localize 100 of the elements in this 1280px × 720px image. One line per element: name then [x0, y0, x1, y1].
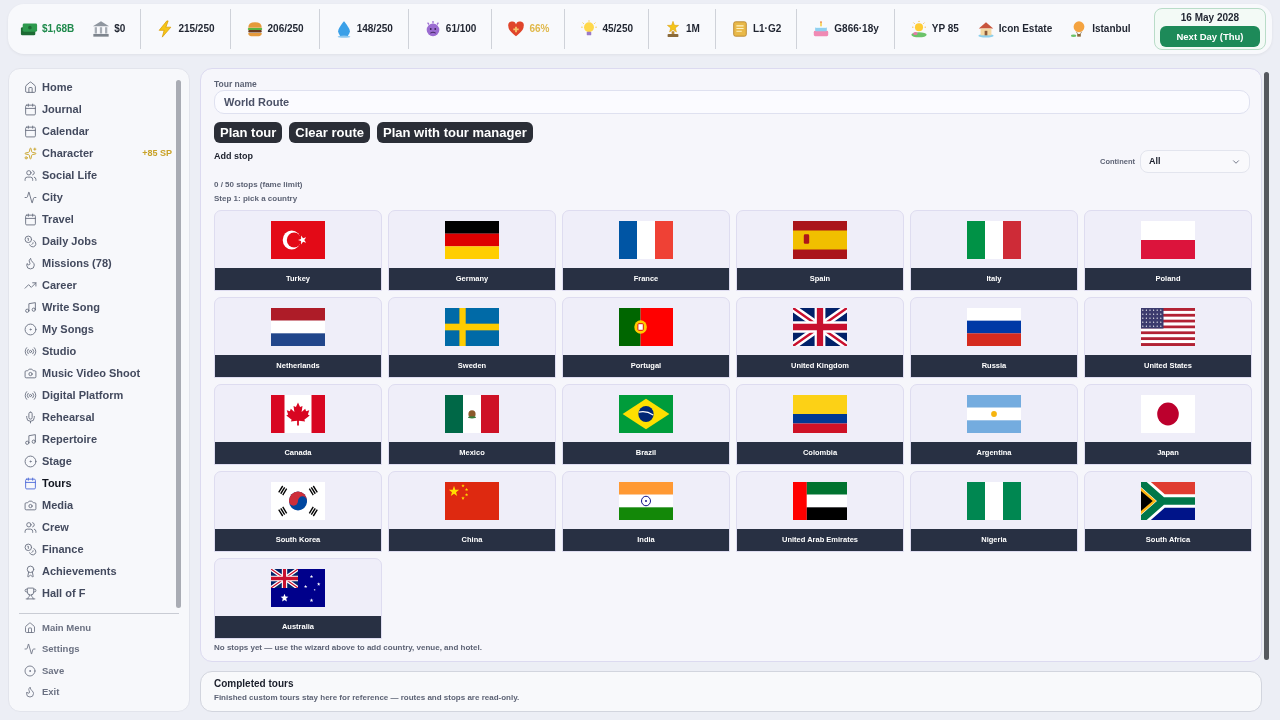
section-heading: Add stop	[214, 150, 253, 162]
clear-route-button[interactable]: Clear route	[289, 122, 370, 143]
date-label: 16 May 2028	[1180, 12, 1240, 24]
sidebar-item[interactable]: Hall of F	[24, 582, 172, 604]
flag-icon	[445, 481, 499, 520]
tour-name-input[interactable]: World Route	[214, 90, 1250, 114]
sidebar-item[interactable]: Music Video Shoot	[24, 362, 172, 384]
sparkles-icon	[24, 146, 37, 160]
empty-note: No stops yet — use the wizard above to add country, venue, and hotel.	[214, 642, 482, 654]
broadcast-icon	[24, 344, 37, 358]
scroll-icon	[730, 20, 749, 38]
flag-icon	[271, 394, 325, 433]
microphone-icon	[24, 410, 37, 424]
sidebar-item[interactable]: Travel	[24, 208, 172, 230]
plan-tour-button[interactable]: Plan tour	[214, 122, 283, 143]
sidebar-footer-item[interactable]: Main Menu	[24, 617, 92, 639]
flag-icon	[271, 307, 325, 346]
sidebar-item[interactable]: Write Song	[24, 296, 172, 318]
flag-icon	[967, 394, 1021, 433]
step-text: Step 1: pick a country	[214, 193, 298, 205]
sidebar-item[interactable]: Career	[24, 274, 172, 296]
sidebar-item[interactable]: City	[24, 186, 172, 208]
sidebar-item[interactable]: Home	[24, 76, 172, 98]
circle-dot-icon	[24, 664, 36, 677]
skill-points-label: +85 SP	[142, 146, 172, 160]
flag-icon	[445, 220, 499, 259]
flame-icon	[24, 256, 37, 270]
flag-icon	[793, 394, 847, 433]
flag-icon	[793, 307, 847, 346]
sidebar-item[interactable]: Tours	[24, 472, 172, 494]
stat-value: 45/250	[602, 23, 634, 35]
sidebar-item[interactable]: Media	[24, 494, 172, 516]
sidebar-item[interactable]: Calendar	[24, 120, 172, 142]
sidebar-item[interactable]: Studio	[24, 340, 172, 362]
camera-icon	[24, 366, 37, 380]
next-day-button[interactable]: Next Day (Thu)	[1160, 26, 1260, 47]
sidebar-footer-item[interactable]: Exit	[24, 681, 60, 703]
sidebar-item[interactable]: Digital Platform	[24, 384, 172, 406]
sun-icon	[909, 20, 928, 38]
stat-value: 1M	[686, 23, 700, 35]
calendar-icon	[24, 212, 37, 226]
sidebar-item[interactable]: Rehearsal	[24, 406, 172, 428]
house-icon	[24, 621, 36, 634]
stat-value: Icon Estate	[998, 23, 1053, 35]
stops-count-text: 0 / 50 stops (fame limit)	[214, 179, 303, 191]
sidebar-item[interactable]: Missions (78)	[24, 252, 172, 274]
coins-icon	[24, 542, 37, 556]
flag-icon	[619, 394, 673, 433]
music-note-icon	[24, 300, 37, 314]
house-icon	[976, 20, 995, 38]
stat-value: $1,68B	[42, 23, 75, 35]
sidebar-footer-item[interactable]: Settings	[24, 638, 80, 660]
plan-with-manager-button[interactable]: Plan with tour manager	[377, 122, 533, 143]
scrollbar[interactable]	[1264, 72, 1269, 660]
circle-dot-icon	[24, 454, 37, 468]
flag-icon	[967, 220, 1021, 259]
panel-title: Completed tours	[214, 677, 294, 691]
flag-icon	[1141, 307, 1195, 346]
flag-icon	[619, 481, 673, 520]
users-icon	[24, 168, 37, 182]
flag-icon	[271, 568, 325, 607]
sidebar-item[interactable]: Character +85 SP	[24, 142, 172, 164]
stat-value: YP 85	[931, 23, 959, 35]
broadcast-icon	[24, 388, 37, 402]
flame-icon	[24, 686, 36, 699]
flag-icon	[967, 307, 1021, 346]
sidebar-item[interactable]: My Songs	[24, 318, 172, 340]
sidebar-item[interactable]: Journal	[24, 98, 172, 120]
users-icon	[24, 520, 37, 534]
sidebar-item[interactable]: Crew	[24, 516, 172, 538]
scrollbar[interactable]	[176, 80, 181, 608]
trophy-icon	[24, 586, 37, 600]
sidebar-item[interactable]: Finance	[24, 538, 172, 560]
stat-value: Istanbul	[1092, 23, 1131, 35]
flag-icon	[271, 220, 325, 259]
field-label: Tour name	[214, 78, 258, 90]
music-note-icon	[24, 432, 37, 446]
stat-value: 61/100	[445, 23, 477, 35]
camera-icon	[24, 498, 37, 512]
sidebar-item[interactable]: Social Life	[24, 164, 172, 186]
coins-icon	[24, 234, 37, 248]
flag-icon	[1141, 220, 1195, 259]
pulse-icon	[24, 643, 36, 656]
continent-select[interactable]: All	[1140, 150, 1250, 173]
sidebar-item[interactable]: Achievements	[24, 560, 172, 582]
stat-value: 215/250	[178, 23, 215, 35]
sidebar-item[interactable]: Repertoire	[24, 428, 172, 450]
stat-value: L1·G2	[752, 23, 782, 35]
cake-icon	[812, 20, 831, 38]
flag-icon	[967, 481, 1021, 520]
stat-value: 66%	[529, 23, 550, 35]
heart-icon	[507, 20, 526, 38]
sidebar-item[interactable]: Stage	[24, 450, 172, 472]
stat-value: 206/250	[267, 23, 304, 35]
pulse-icon	[24, 190, 37, 204]
sidebar-item[interactable]: Daily Jobs	[24, 230, 172, 252]
calendar-icon	[24, 476, 37, 490]
stat-value: $0	[114, 23, 126, 35]
sidebar-footer-item[interactable]: Save	[24, 660, 65, 682]
flag-icon	[271, 481, 325, 520]
